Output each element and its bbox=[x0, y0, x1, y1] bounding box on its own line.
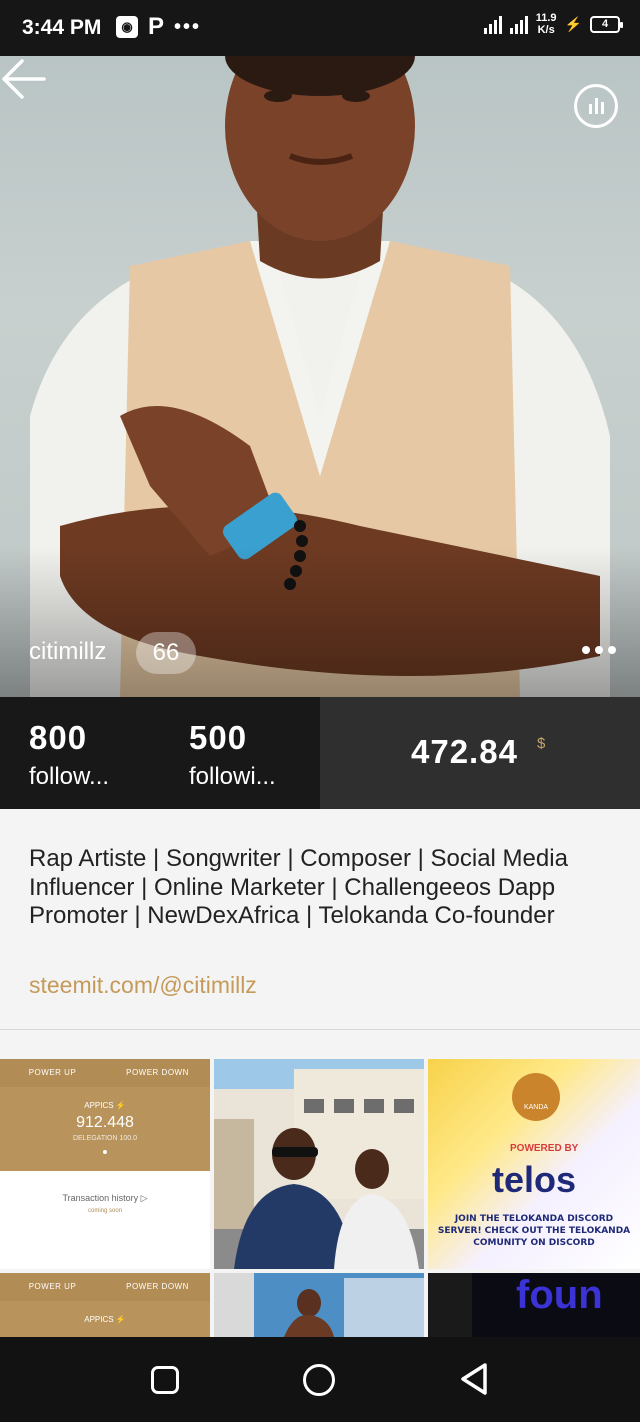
post-thumbnail[interactable]: KANDA POWERED BY telos JOIN THE TELOKAND… bbox=[428, 1059, 640, 1269]
power-up-tab: POWER UP bbox=[28, 1068, 77, 1077]
followers-count: 800 bbox=[29, 719, 88, 756]
kanda-logo: KANDA bbox=[512, 1073, 560, 1121]
wallet-token-value: 912.448 bbox=[76, 1114, 134, 1131]
more-notifications-icon: ••• bbox=[174, 15, 202, 38]
recent-apps-button[interactable] bbox=[151, 1366, 179, 1394]
cover-gradient bbox=[0, 547, 640, 697]
powered-by-label: POWERED BY bbox=[510, 1143, 579, 1154]
following-count: 500 bbox=[189, 719, 248, 756]
signal-icon-2 bbox=[509, 14, 528, 34]
followers-stat[interactable]: 800 follow... bbox=[29, 719, 109, 791]
posts-grid: POWER UP POWER DOWN APPICS ⚡ 912.448 DEL… bbox=[0, 1059, 640, 1337]
status-bar: 3:44 PM ◉ P ••• 11.9 K/s ⚡ 4 bbox=[0, 0, 640, 56]
bar-chart-icon bbox=[589, 104, 592, 114]
telos-logo-text: telos bbox=[492, 1159, 577, 1200]
status-right: 11.9 K/s ⚡ 4 bbox=[483, 12, 623, 36]
power-down-tab: POWER DOWN bbox=[126, 1282, 189, 1291]
net-speed-value: 11.9 bbox=[535, 12, 557, 24]
notification-icons: ◉ P ••• bbox=[116, 15, 201, 39]
power-down-tab: POWER DOWN bbox=[126, 1068, 189, 1077]
wallet-summary: APPICS ⚡ bbox=[0, 1301, 210, 1337]
page-dot bbox=[103, 1150, 107, 1154]
power-up-tab: POWER UP bbox=[28, 1282, 77, 1291]
power-tabs: POWER UP POWER DOWN bbox=[0, 1059, 210, 1087]
post-title-text: foun bbox=[516, 1273, 603, 1317]
profile-stats: 800 follow... 500 followi... 472.84 $ bbox=[0, 697, 640, 809]
bio-text: Rap Artiste | Songwriter | Composer | So… bbox=[29, 845, 568, 929]
transaction-history-label: Transaction history ▷ bbox=[62, 1193, 148, 1203]
power-tabs: POWER UP POWER DOWN bbox=[0, 1273, 210, 1301]
wallet-token-label: APPICS ⚡ bbox=[84, 1315, 126, 1324]
coming-soon-label: coming soon bbox=[87, 1208, 123, 1214]
wallet-summary: APPICS ⚡ 912.448 DELEGATION 100.0 bbox=[0, 1087, 210, 1171]
post-thumbnail[interactable]: POWER UP POWER DOWN APPICS ⚡ bbox=[0, 1273, 210, 1337]
wallet-history: Transaction history ▷ coming soon bbox=[0, 1171, 210, 1269]
wallet-token-label: APPICS ⚡ bbox=[84, 1101, 126, 1110]
followers-label: follow... bbox=[29, 763, 110, 790]
status-time: 3:44 PM bbox=[22, 16, 102, 39]
home-button[interactable] bbox=[303, 1364, 335, 1396]
following-label: followi... bbox=[189, 763, 276, 790]
battery-icon: 4 bbox=[590, 15, 623, 33]
discord-invite-text: JOIN THE TELOKANDA DISCORD SERVER! CHECK… bbox=[437, 1214, 631, 1248]
photo-image bbox=[214, 1059, 424, 1269]
more-options-icon[interactable] bbox=[582, 646, 616, 654]
reputation-badge: 66 bbox=[136, 632, 196, 674]
wallet-balance[interactable]: 472.84 $ bbox=[320, 697, 640, 809]
network-speed: 11.9 K/s bbox=[536, 12, 557, 36]
stats-chart-button[interactable] bbox=[574, 84, 618, 128]
following-stat[interactable]: 500 followi... bbox=[189, 719, 276, 791]
profile-username: citimillz bbox=[29, 638, 107, 665]
post-thumbnail[interactable]: POWER UP POWER DOWN APPICS ⚡ 912.448 DEL… bbox=[0, 1059, 210, 1269]
charging-icon: ⚡ bbox=[564, 15, 582, 32]
post-thumbnail[interactable]: foun bbox=[428, 1273, 640, 1337]
gym-photo-image bbox=[214, 1273, 424, 1337]
post-thumbnail[interactable] bbox=[214, 1273, 424, 1337]
p-app-icon: P bbox=[148, 13, 165, 40]
back-arrow-icon[interactable] bbox=[0, 56, 46, 102]
currency-symbol: $ bbox=[537, 735, 546, 752]
net-speed-unit: K/s bbox=[537, 24, 555, 36]
balance-value: 472.84 bbox=[411, 733, 518, 770]
profile-cover-photo: citimillz 66 bbox=[0, 56, 640, 697]
profile-bio: Rap Artiste | Songwriter | Composer | So… bbox=[0, 809, 640, 1030]
wallet-delegation: DELEGATION 100.0 bbox=[72, 1135, 138, 1142]
back-triangle-icon[interactable] bbox=[459, 1362, 489, 1396]
system-nav-bar bbox=[0, 1337, 640, 1422]
profile-screen: 3:44 PM ◉ P ••• 11.9 K/s ⚡ 4 citimillz 6… bbox=[0, 0, 640, 1422]
dark-panel bbox=[428, 1273, 472, 1337]
profile-link[interactable]: steemit.com/@citimillz bbox=[29, 972, 257, 999]
signal-icon bbox=[483, 14, 502, 34]
post-thumbnail[interactable] bbox=[214, 1059, 424, 1269]
discord-icon: ◉ bbox=[116, 16, 138, 38]
